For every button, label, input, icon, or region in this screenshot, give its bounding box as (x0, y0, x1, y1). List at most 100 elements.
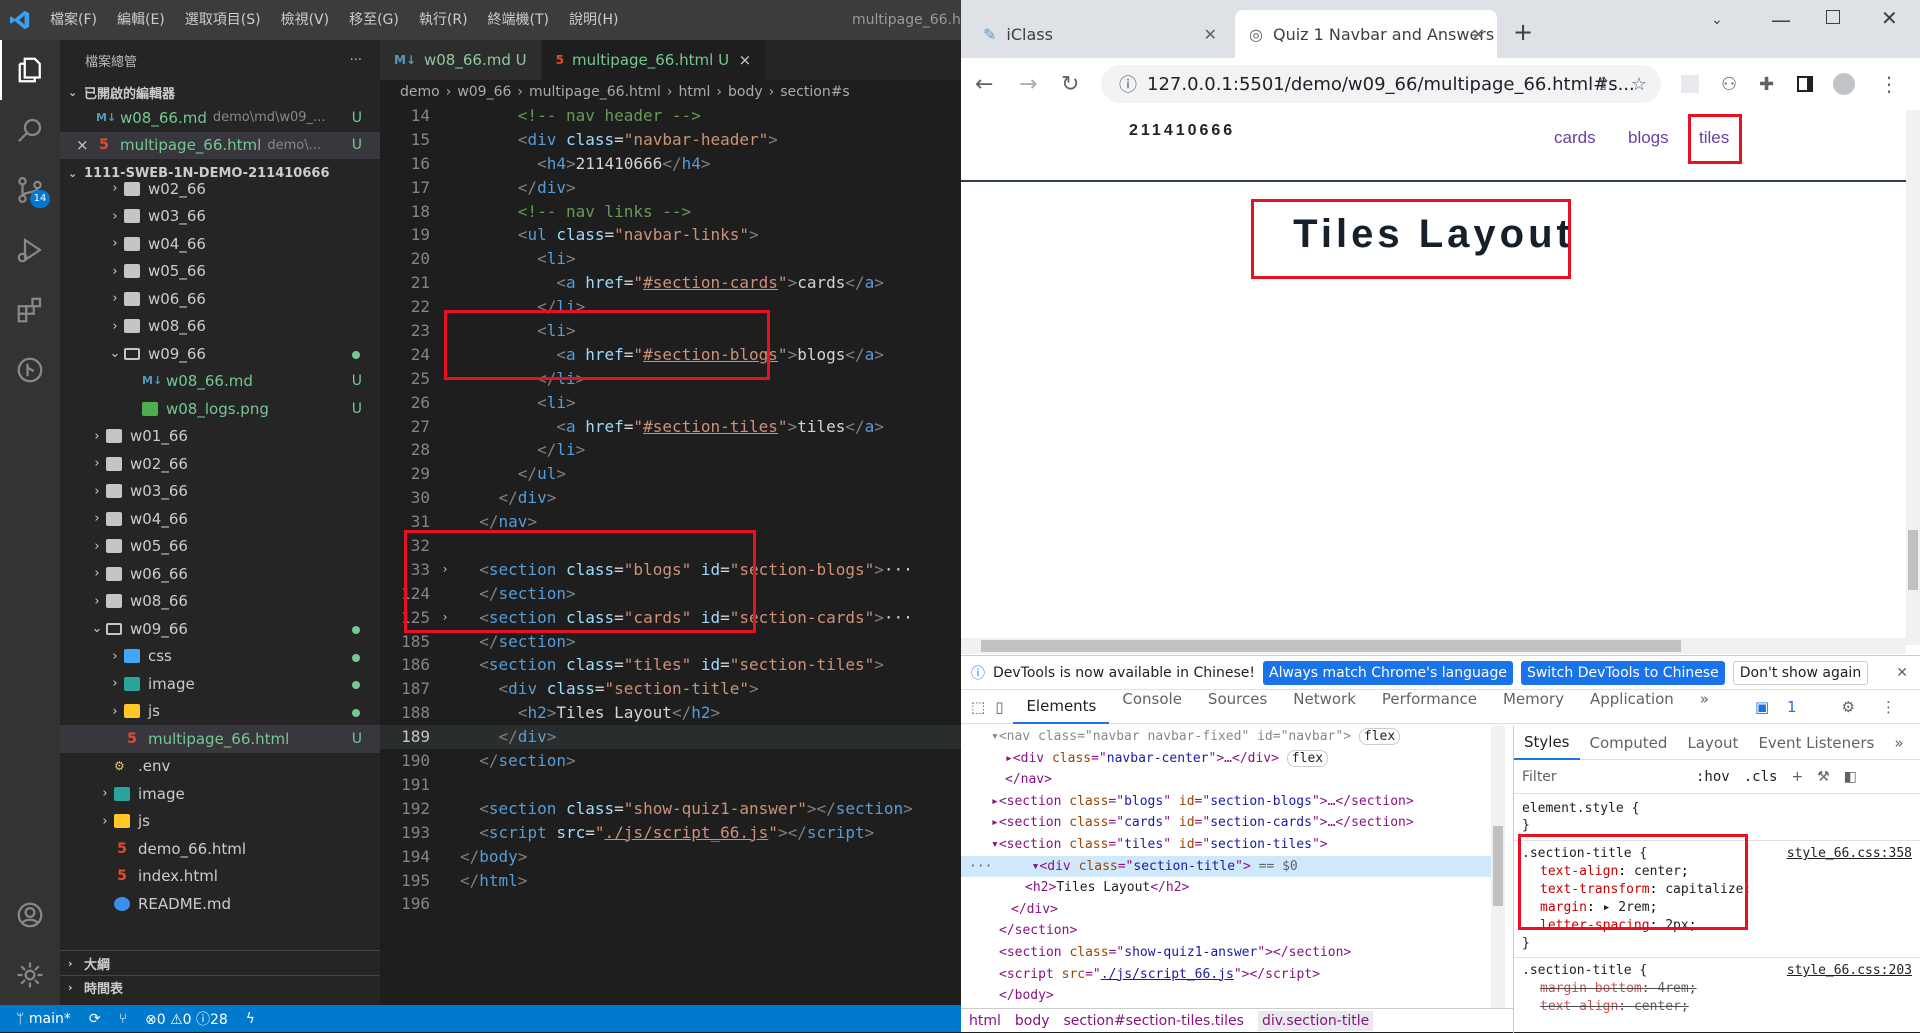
devtools-tab[interactable]: Elements (1013, 690, 1110, 724)
menu-item[interactable]: 執行(R) (409, 0, 478, 40)
css-declaration[interactable]: text-transform: capitalize; (1522, 881, 1912, 899)
git-graph-status-icon[interactable]: ⑂ (119, 1011, 127, 1027)
dom-crumb[interactable]: body (1015, 1013, 1050, 1029)
dom-crumb[interactable]: div.section-title (1257, 1011, 1374, 1031)
tree-item[interactable]: ⚙ .env (60, 753, 380, 781)
dom-crumb[interactable]: section#section-tiles.tiles (1064, 1013, 1244, 1029)
menu-item[interactable]: 檔案(F) (40, 0, 107, 40)
cls-toggle[interactable]: .cls (1744, 769, 1778, 785)
fold-chevron-icon[interactable]: › (430, 606, 460, 630)
hov-toggle[interactable]: :hov (1696, 769, 1730, 785)
rule-source-link[interactable]: style_66.css:358 (1787, 845, 1912, 863)
match-language-button[interactable]: Always match Chrome's language (1263, 660, 1513, 685)
extensions-icon[interactable] (0, 280, 60, 340)
menu-item[interactable]: 檢視(V) (271, 0, 340, 40)
tree-item[interactable]: README.md (60, 890, 380, 918)
breadcrumb-item[interactable]: multipage_66.html (529, 84, 661, 100)
timeline-section[interactable]: › 時間表 (60, 975, 380, 999)
source-control-icon[interactable]: 14 (0, 160, 60, 220)
menu-item[interactable]: 終端機(T) (478, 0, 559, 40)
tree-item[interactable]: › w04_66 (60, 505, 380, 533)
scrollbar-thumb[interactable] (981, 640, 1681, 652)
address-bar[interactable]: ⓘ 127.0.0.1:5501/demo/w09_66/multipage_6… (1101, 65, 1661, 103)
css-declaration[interactable]: margin: ▸ 2rem; (1522, 899, 1912, 917)
settings-gear-icon[interactable]: ⚙ (1828, 698, 1867, 716)
puzzle-icon[interactable]: ✚ (1759, 74, 1774, 95)
tree-item[interactable]: › w08_66 (60, 588, 380, 616)
git-graph-icon[interactable] (0, 340, 60, 400)
tree-item[interactable]: › w03_66 (60, 478, 380, 506)
open-editor-item[interactable]: × 5 multipage_66.html demo\... U (60, 131, 380, 159)
inspect-icon[interactable]: ⬚ (961, 698, 991, 716)
close-window-icon[interactable]: ✕ (1881, 6, 1898, 30)
tree-item[interactable]: › w02_66 (60, 450, 380, 478)
problems-item[interactable]: ⊗0 ⚠0 ⓘ28 (145, 1009, 228, 1029)
styles-subtab[interactable]: Event Listeners (1748, 734, 1884, 752)
tree-item[interactable]: › js (60, 808, 380, 836)
devtools-tab[interactable]: Console (1109, 690, 1195, 724)
branch-item[interactable]: ᛘ main* (16, 1011, 71, 1027)
tree-item[interactable]: › image (60, 780, 380, 808)
nav-link-cards[interactable]: cards (1554, 128, 1596, 148)
tree-item[interactable]: w08_logs.png U (60, 395, 380, 423)
tree-item[interactable]: › w01_66 (60, 423, 380, 451)
open-editor-item[interactable]: M↓ w08_66.md demo\md\w09_... U (60, 104, 380, 132)
device-toolbar-icon[interactable]: ▯ (991, 698, 1013, 716)
minimize-icon[interactable]: — (1771, 8, 1791, 32)
tree-item[interactable]: › w08_66 (60, 313, 380, 341)
explorer-icon[interactable] (0, 40, 60, 100)
devtools-tab[interactable]: Performance (1369, 690, 1490, 724)
horizontal-scrollbar[interactable] (961, 638, 1906, 654)
tab-quiz[interactable]: ◎ Quiz 1 Navbar and Answers ✕ (1235, 10, 1497, 58)
tree-item[interactable]: › image (60, 670, 380, 698)
styles-subtab[interactable]: Layout (1677, 734, 1748, 752)
tree-item[interactable]: › w05_66 (60, 533, 380, 561)
tree-item[interactable]: › w02_66 (60, 175, 380, 203)
paint-icon[interactable]: ⚒ (1817, 769, 1830, 785)
close-icon[interactable]: × (76, 136, 96, 154)
breadcrumb-item[interactable]: demo (400, 84, 440, 100)
close-icon[interactable]: ✕ (1204, 25, 1217, 44)
tree-item[interactable]: › w03_66 (60, 203, 380, 231)
tree-item[interactable]: › w06_66 (60, 560, 380, 588)
switch-chinese-button[interactable]: Switch DevTools to Chinese (1520, 660, 1725, 685)
tree-item[interactable]: 5 demo_66.html (60, 835, 380, 863)
tree-item[interactable]: › w04_66 (60, 230, 380, 258)
bookmark-star-icon[interactable]: ☆ (1631, 74, 1647, 95)
css-declaration[interactable]: margin-bottom: 4rem; (1522, 980, 1912, 998)
tab-w08-md[interactable]: M↓ w08_66.md U (380, 40, 542, 80)
more-actions-icon[interactable]: ··· (350, 53, 362, 68)
nav-link-blogs[interactable]: blogs (1628, 128, 1669, 148)
css-declaration[interactable]: text-align: center; (1522, 998, 1912, 1016)
close-devtools-icon[interactable]: ✕ (1909, 698, 1920, 716)
css-rule-358[interactable]: .section-title {style_66.css:358 text-al… (1514, 841, 1920, 958)
menu-item[interactable]: 編輯(E) (107, 0, 175, 40)
scrollbar-thumb[interactable] (1908, 530, 1918, 590)
rule-source-link[interactable]: style_66.css:203 (1787, 962, 1912, 980)
vertical-scrollbar[interactable] (1906, 110, 1920, 645)
tree-item[interactable]: › js (60, 698, 380, 726)
lightning-icon[interactable]: ϟ (246, 1011, 255, 1027)
toggle-sidebar-icon[interactable]: ◧ (1844, 769, 1857, 785)
run-debug-icon[interactable] (0, 220, 60, 280)
breadcrumb-item[interactable]: w09_66 (457, 84, 511, 100)
open-editors-header[interactable]: ⌄ 已開啟的編輯器 (60, 80, 380, 104)
new-tab-icon[interactable]: + (1513, 18, 1533, 46)
tab-multipage-html[interactable]: 5 multipage_66.html U × (541, 40, 767, 80)
devtools-tab[interactable]: Network (1280, 690, 1369, 724)
issues-badge[interactable]: ▣ 1 (1742, 698, 1823, 716)
new-rule-icon[interactable]: + (1791, 769, 1803, 785)
sync-icon[interactable]: ⟳ (89, 1011, 101, 1027)
side-panel-icon[interactable] (1797, 76, 1813, 92)
profile-avatar[interactable] (1833, 73, 1855, 95)
css-declaration[interactable]: text-align: center; (1522, 863, 1912, 881)
menu-item[interactable]: 說明(H) (559, 0, 628, 40)
devtools-tab[interactable]: » (1687, 690, 1722, 724)
styles-filter-input[interactable]: Filter (1522, 769, 1682, 785)
maximize-icon[interactable] (1826, 10, 1840, 24)
fold-chevron-icon[interactable]: › (430, 558, 460, 582)
close-icon[interactable]: ✕ (1896, 665, 1908, 681)
account-icon[interactable] (0, 885, 60, 945)
site-info-icon[interactable]: ⓘ (1119, 71, 1137, 97)
tree-item[interactable]: › w06_66 (60, 285, 380, 313)
